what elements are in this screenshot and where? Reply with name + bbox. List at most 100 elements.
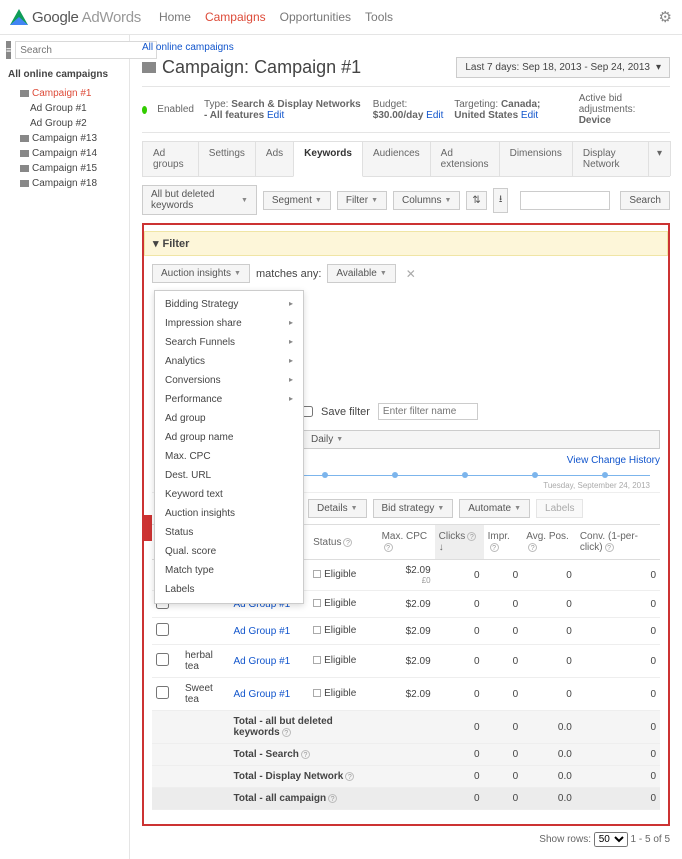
keywords-filter-dropdown[interactable]: All but deleted keywords▼ <box>142 185 257 215</box>
dropdown-item[interactable]: Auction insights <box>155 504 303 523</box>
dropdown-item[interactable]: Labels <box>155 580 303 599</box>
toolbar-search-input[interactable] <box>520 191 610 210</box>
tab[interactable]: Ad extensions <box>430 141 500 176</box>
sidebar-item[interactable]: Campaign #13 <box>6 131 123 146</box>
nav-tools[interactable]: Tools <box>365 6 393 28</box>
ad-group-link[interactable]: Ad Group #1 <box>234 626 291 637</box>
chart-legend-marker <box>144 515 152 541</box>
tabs-more[interactable]: ▾ <box>648 141 671 176</box>
dropdown-item[interactable]: Analytics <box>155 352 303 371</box>
folder-icon <box>20 150 29 157</box>
col-header[interactable]: Status? <box>309 525 378 560</box>
chart-point <box>462 472 468 478</box>
dropdown-item[interactable]: Impression share <box>155 314 303 333</box>
tab[interactable]: Ad groups <box>142 141 199 176</box>
dropdown-item[interactable]: Conversions <box>155 371 303 390</box>
sidebar-heading[interactable]: All online campaigns <box>6 65 123 86</box>
filter-dropdown[interactable]: Filter▼ <box>337 191 387 210</box>
folder-icon <box>20 135 29 142</box>
remove-filter-icon[interactable]: ✕ <box>406 267 416 281</box>
total-row: Total - Search?000.00 <box>152 744 660 766</box>
dropdown-item[interactable]: Max. CPC <box>155 447 303 466</box>
tab[interactable]: Ads <box>255 141 294 176</box>
row-checkbox[interactable] <box>156 653 169 666</box>
adwords-logo-icon <box>10 9 28 25</box>
sidebar-item[interactable]: Campaign #1 <box>6 86 123 101</box>
dropdown-item[interactable]: Bidding Strategy <box>155 295 303 314</box>
sidebar-item[interactable]: Ad Group #2 <box>6 116 123 131</box>
bid-strategy-dropdown[interactable]: Bid strategy▼ <box>373 499 454 518</box>
show-rows-label: Show rows: <box>539 834 591 845</box>
filter-selector[interactable]: Auction insights▼ <box>152 264 250 283</box>
chart-icon[interactable]: ⇅ <box>466 191 486 210</box>
dropdown-item[interactable]: Performance <box>155 390 303 409</box>
title-prefix: Campaign: <box>162 57 249 77</box>
ad-group-link[interactable]: Ad Group #1 <box>234 656 291 667</box>
tab[interactable]: Audiences <box>362 141 431 176</box>
col-header[interactable]: Avg. Pos.? <box>522 525 576 560</box>
filter-value[interactable]: Available▼ <box>327 264 395 283</box>
dropdown-item[interactable]: Dest. URL <box>155 466 303 485</box>
date-range-picker[interactable]: Last 7 days: Sep 18, 2013 - Sep 24, 2013… <box>456 57 670 78</box>
tab[interactable]: Dimensions <box>499 141 573 176</box>
rows-select[interactable]: 50 <box>594 832 628 847</box>
dropdown-item[interactable]: Status <box>155 523 303 542</box>
logo: Google AdWords <box>10 9 141 26</box>
total-row: Total - all campaign?000.00 <box>152 788 660 810</box>
col-header[interactable]: Clicks? ↓ <box>435 525 484 560</box>
ad-group-link[interactable]: Ad Group #1 <box>234 689 291 700</box>
chart-point <box>532 472 538 478</box>
status-state: Enabled <box>157 104 194 115</box>
total-row: Total - all but deleted keywords?000.00 <box>152 711 660 744</box>
daily-dropdown[interactable]: Daily▼ <box>302 430 660 449</box>
download-icon[interactable]: ⭳ <box>493 188 509 213</box>
search-button[interactable]: Search <box>620 191 670 210</box>
segment-dropdown[interactable]: Segment▼ <box>263 191 331 210</box>
folder-icon <box>142 62 156 73</box>
nav-campaigns[interactable]: Campaigns <box>205 6 266 28</box>
chart-line <box>262 475 650 476</box>
edit-type[interactable]: Edit <box>267 110 284 121</box>
dropdown-item[interactable]: Keyword text <box>155 485 303 504</box>
labels-dropdown: Labels <box>536 499 583 518</box>
dropdown-item[interactable]: Ad group <box>155 409 303 428</box>
dropdown-item[interactable]: Qual. score <box>155 542 303 561</box>
sidebar-item[interactable]: Ad Group #1 <box>6 101 123 116</box>
dropdown-item[interactable]: Match type <box>155 561 303 580</box>
filter-dropdown-menu: Bidding StrategyImpression shareSearch F… <box>154 290 304 604</box>
table-row: Ad Group #1Eligible$2.090000 <box>152 618 660 645</box>
row-checkbox[interactable] <box>156 686 169 699</box>
nav-opportunities[interactable]: Opportunities <box>280 6 351 28</box>
gear-icon[interactable]: ⚙ <box>659 8 672 26</box>
filter-name-input[interactable] <box>378 403 478 420</box>
folder-icon <box>20 90 29 97</box>
sidebar-item[interactable]: Campaign #18 <box>6 176 123 191</box>
tab[interactable]: Keywords <box>293 141 363 177</box>
chart-date-label: Tuesday, September 24, 2013 <box>543 481 650 490</box>
edit-target[interactable]: Edit <box>521 110 538 121</box>
col-header[interactable]: Max. CPC? <box>378 525 435 560</box>
automate-dropdown[interactable]: Automate▼ <box>459 499 530 518</box>
sidebar-item[interactable]: Campaign #15 <box>6 161 123 176</box>
sidebar-collapse-icon[interactable]: ≡ <box>6 41 11 59</box>
folder-icon <box>20 180 29 187</box>
row-checkbox[interactable] <box>156 623 169 636</box>
col-header[interactable]: Conv. (1-per-click)? <box>576 525 660 560</box>
breadcrumb[interactable]: All online campaigns <box>142 42 234 53</box>
edit-budget[interactable]: Edit <box>426 110 443 121</box>
table-row: herbal teaAd Group #1Eligible$2.090000 <box>152 645 660 678</box>
dropdown-item[interactable]: Search Funnels <box>155 333 303 352</box>
details-dropdown[interactable]: Details▼ <box>308 499 367 518</box>
columns-dropdown[interactable]: Columns▼ <box>393 191 460 210</box>
folder-icon <box>20 165 29 172</box>
filter-toggle-icon[interactable]: ▾ <box>153 237 159 250</box>
nav-home[interactable]: Home <box>159 6 191 28</box>
tab[interactable]: Display Network <box>572 141 649 176</box>
save-filter-label: Save filter <box>321 406 370 418</box>
chevron-down-icon: ▾ <box>656 62 661 73</box>
sidebar-item[interactable]: Campaign #14 <box>6 146 123 161</box>
tab[interactable]: Settings <box>198 141 256 176</box>
pager-range: 1 - 5 of 5 <box>631 834 670 845</box>
dropdown-item[interactable]: Ad group name <box>155 428 303 447</box>
col-header[interactable]: Impr.? <box>484 525 523 560</box>
